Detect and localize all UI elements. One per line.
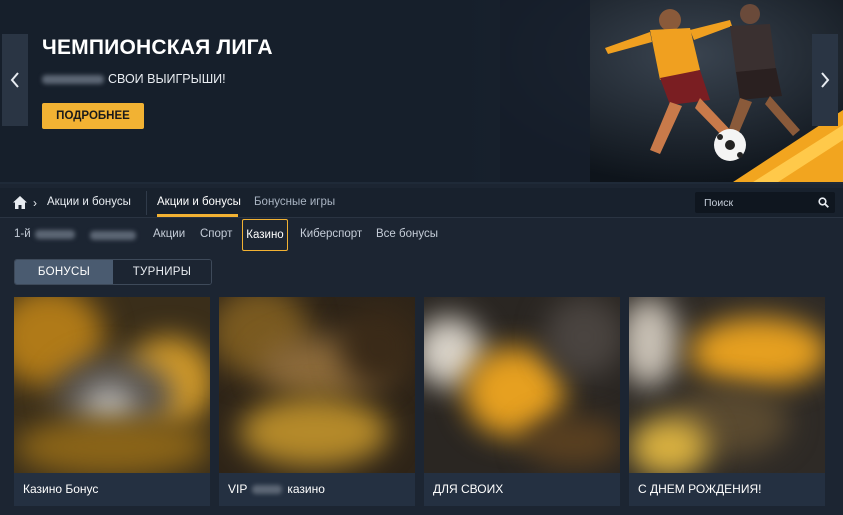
banner-next-button[interactable] — [812, 34, 838, 126]
banner-prev-button[interactable] — [2, 34, 28, 126]
category-esports[interactable]: Киберспорт — [300, 228, 362, 240]
bonus-card[interactable]: С ДНЕМ РОЖДЕНИЯ! — [629, 297, 825, 506]
active-tab-indicator — [157, 214, 238, 217]
bonus-card-image — [14, 297, 210, 473]
bonus-card[interactable]: Казино Бонус — [14, 297, 210, 506]
redacted-text — [34, 229, 75, 239]
bonus-card-title: ДЛЯ СВОИХ — [433, 482, 503, 496]
banner-subtitle: СВОИ ВЫИГРЫШИ! — [42, 72, 226, 86]
search-box — [695, 192, 835, 213]
bonus-card-image — [219, 297, 415, 473]
chevron-left-icon — [10, 72, 19, 88]
bonus-card-image — [629, 297, 825, 473]
tab-promotions-bonuses[interactable]: Акции и бонусы — [157, 196, 241, 208]
nav-divider — [146, 191, 147, 215]
redacted-text — [42, 74, 104, 84]
bonus-tournament-toggle: БОНУСЫ ТУРНИРЫ — [14, 259, 212, 285]
section-navbar: › Акции и бонусы Акции и бонусы Бонусные… — [0, 188, 843, 218]
toggle-bonuses[interactable]: БОНУСЫ — [15, 260, 113, 284]
toggle-tournaments[interactable]: ТУРНИРЫ — [113, 260, 211, 284]
category-first-deposit[interactable]: 1-й — [14, 228, 75, 240]
bonus-card[interactable]: ДЛЯ СВОИХ — [424, 297, 620, 506]
breadcrumb[interactable]: Акции и бонусы — [47, 196, 131, 208]
more-details-button[interactable]: ПОДРОБНЕЕ — [42, 103, 144, 129]
search-input[interactable] — [695, 196, 813, 209]
bonus-card-title-text: VIP — [228, 482, 248, 496]
category-all-bonuses[interactable]: Все бонусы — [376, 228, 438, 240]
category-filter-row: 1-й Акции Спорт Казино Киберспорт Все бо… — [0, 219, 843, 251]
banner-subtitle-text: СВОИ ВЫИГРЫШИ! — [108, 72, 226, 86]
category-casino[interactable]: Казино — [242, 219, 288, 251]
search-icon[interactable] — [818, 197, 829, 208]
bonus-card-title-text: ДЛЯ СВОИХ — [433, 482, 504, 496]
bonus-card-title: С ДНЕМ РОЖДЕНИЯ! — [638, 482, 761, 496]
chevron-right-icon — [821, 72, 830, 88]
promo-banner: ЧЕМПИОНСКАЯ ЛИГА СВОИ ВЫИГРЫШИ! ПОДРОБНЕ… — [0, 0, 843, 184]
redacted-text — [90, 231, 136, 240]
category-cashback[interactable] — [90, 231, 136, 240]
category-promotions[interactable]: Акции — [153, 228, 185, 240]
home-icon[interactable] — [13, 196, 27, 209]
bonus-card[interactable]: VIP казино — [219, 297, 415, 506]
bonus-card-title: Казино Бонус — [23, 482, 98, 496]
bonus-card-title-text: Казино Бонус — [23, 482, 99, 496]
bonus-card-image — [424, 297, 620, 473]
category-sport[interactable]: Спорт — [200, 228, 232, 240]
bonus-card-title-suffix: казино — [287, 482, 325, 496]
banner-title: ЧЕМПИОНСКАЯ ЛИГА — [42, 36, 273, 59]
banner-football-illustration — [500, 0, 843, 182]
category-label: 1-й — [14, 228, 31, 240]
bonus-card-title: VIP казино — [228, 482, 325, 496]
tab-bonus-games[interactable]: Бонусные игры — [254, 196, 335, 208]
chevron-right-icon: › — [33, 196, 37, 210]
redacted-text — [252, 484, 283, 494]
bonus-card-title-text: С ДНЕМ РОЖДЕНИЯ! — [638, 482, 762, 496]
